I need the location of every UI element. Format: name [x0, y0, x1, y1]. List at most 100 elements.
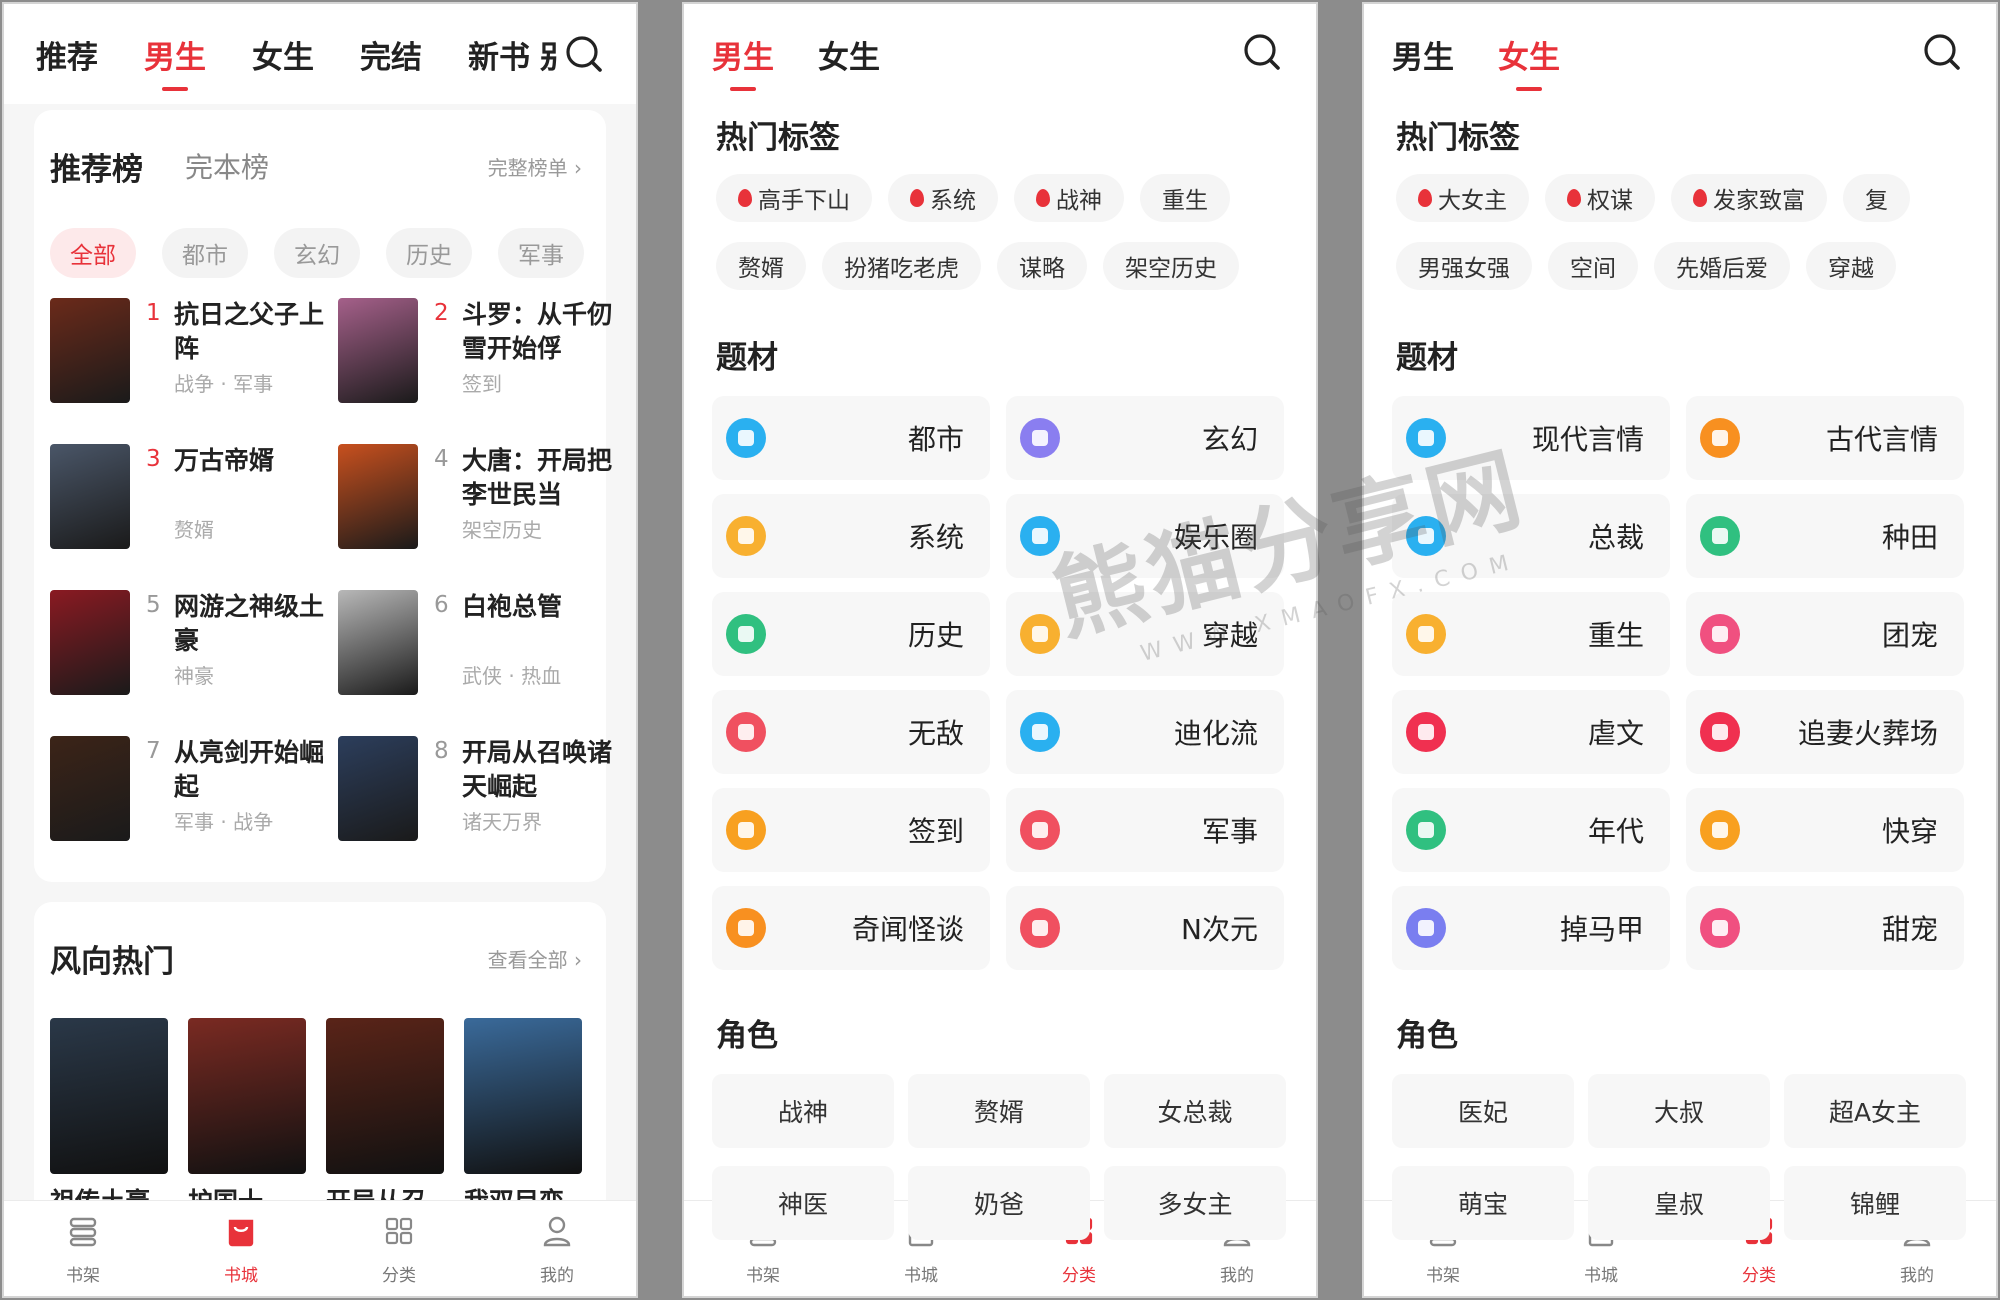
book-title[interactable]: 开局从召唤诸天崛起 [462, 736, 612, 804]
genre-cell[interactable]: 重生 [1392, 592, 1670, 676]
genre-cell[interactable]: 历史 [712, 592, 990, 676]
nav-item-bookstore[interactable]: 书城 [162, 1201, 320, 1296]
hot-tag-chip[interactable]: 复 [1843, 174, 1910, 222]
role-chip[interactable]: 医妃 [1392, 1074, 1574, 1148]
genre-cell[interactable]: 军事 [1006, 788, 1284, 872]
genre-cell[interactable]: 穿越 [1006, 592, 1284, 676]
hot-tag-chip[interactable]: 战神 [1014, 174, 1124, 222]
book-title[interactable]: 网游之神级土豪 [174, 590, 324, 658]
hot-tag-chip[interactable]: 权谋 [1545, 174, 1655, 222]
hot-tag-chip[interactable]: 大女主 [1396, 174, 1529, 222]
genre-cell[interactable]: 娱乐圈 [1006, 494, 1284, 578]
hot-tag-chip[interactable]: 系统 [888, 174, 998, 222]
filter-chip[interactable]: 全部 [50, 228, 136, 278]
hot-tag-chip[interactable]: 发家致富 [1671, 174, 1827, 222]
trending-book[interactable]: 护国十 [188, 1018, 306, 1218]
book-cover[interactable] [50, 736, 130, 841]
genre-cell[interactable]: 古代言情 [1686, 396, 1964, 480]
tab-male[interactable]: 男生 [1392, 32, 1454, 77]
full-ranking-link[interactable]: 完整榜单 › [488, 152, 582, 181]
book-cover[interactable] [338, 736, 418, 841]
genre-cell[interactable]: 无敌 [712, 690, 990, 774]
book-cover[interactable] [50, 590, 130, 695]
filter-chip[interactable]: 都市 [162, 228, 248, 278]
role-chip[interactable]: 神医 [712, 1166, 894, 1240]
genre-cell[interactable]: N次元 [1006, 886, 1284, 970]
hot-tag-chip[interactable]: 先婚后爱 [1654, 242, 1790, 290]
book-cover[interactable] [338, 590, 418, 695]
book-title[interactable]: 白袍总管 [462, 590, 612, 624]
search-icon[interactable] [1242, 32, 1282, 72]
search-icon[interactable] [564, 34, 604, 74]
view-all-link[interactable]: 查看全部 › [488, 944, 582, 973]
book-cover[interactable] [464, 1018, 582, 1174]
tab-female[interactable]: 女生 [1498, 32, 1560, 91]
genre-cell[interactable]: 快穿 [1686, 788, 1964, 872]
rank-book-item[interactable]: 2 斗罗：从千仞雪开始俘 签到 [338, 298, 628, 408]
genre-cell[interactable]: 签到 [712, 788, 990, 872]
role-chip[interactable]: 赘婿 [908, 1074, 1090, 1148]
role-chip[interactable]: 萌宝 [1392, 1166, 1574, 1240]
genre-cell[interactable]: 奇闻怪谈 [712, 886, 990, 970]
rank-book-item[interactable]: 6 白袍总管 武侠 · 热血 [338, 590, 628, 700]
tab-cut-off[interactable]: 别 [540, 32, 558, 77]
hot-tag-chip[interactable]: 高手下山 [716, 174, 872, 222]
genre-cell[interactable]: 玄幻 [1006, 396, 1284, 480]
book-cover[interactable] [50, 1018, 168, 1174]
tab-female[interactable]: 女生 [818, 32, 880, 77]
book-cover[interactable] [50, 298, 130, 403]
rank-book-item[interactable]: 5 网游之神级土豪 神豪 [50, 590, 340, 700]
genre-cell[interactable]: 系统 [712, 494, 990, 578]
genre-cell[interactable]: 现代言情 [1392, 396, 1670, 480]
book-cover[interactable] [326, 1018, 444, 1174]
tab-female[interactable]: 女生 [252, 32, 314, 77]
genre-cell[interactable]: 总裁 [1392, 494, 1670, 578]
genre-cell[interactable]: 甜宠 [1686, 886, 1964, 970]
genre-cell[interactable]: 虐文 [1392, 690, 1670, 774]
tab-recommend[interactable]: 推荐 [36, 32, 98, 77]
rank-book-item[interactable]: 7 从亮剑开始崛起 军事 · 战争 [50, 736, 340, 846]
rank-book-item[interactable]: 1 抗日之父子上阵 战争 · 军事 [50, 298, 340, 408]
filter-chip[interactable]: 历史 [386, 228, 472, 278]
genre-cell[interactable]: 迪化流 [1006, 690, 1284, 774]
genre-cell[interactable]: 年代 [1392, 788, 1670, 872]
book-cover[interactable] [188, 1018, 306, 1174]
trending-book[interactable]: 我双目变 [464, 1018, 582, 1218]
role-chip[interactable]: 锦鲤 [1784, 1166, 1966, 1240]
book-title[interactable]: 抗日之父子上阵 [174, 298, 324, 366]
hot-tag-chip[interactable]: 谋略 [997, 242, 1087, 290]
hot-tag-chip[interactable]: 穿越 [1806, 242, 1896, 290]
role-chip[interactable]: 奶爸 [908, 1166, 1090, 1240]
genre-cell[interactable]: 掉马甲 [1392, 886, 1670, 970]
filter-chip[interactable]: 军事 [498, 228, 584, 278]
book-cover[interactable] [338, 298, 418, 403]
hot-tag-chip[interactable]: 男强女强 [1396, 242, 1532, 290]
hot-tag-chip[interactable]: 架空历史 [1103, 242, 1239, 290]
hot-tag-chip[interactable]: 赘婿 [716, 242, 806, 290]
search-icon[interactable] [1922, 32, 1962, 72]
role-chip[interactable]: 多女主 [1104, 1166, 1286, 1240]
book-title[interactable]: 从亮剑开始崛起 [174, 736, 324, 804]
role-chip[interactable]: 皇叔 [1588, 1166, 1770, 1240]
tab-male[interactable]: 男生 [144, 32, 206, 91]
rank-book-item[interactable]: 8 开局从召唤诸天崛起 诸天万界 [338, 736, 628, 846]
trending-book[interactable]: 开局从召 [326, 1018, 444, 1218]
trending-book[interactable]: 祖传土豪 [50, 1018, 168, 1218]
genre-cell[interactable]: 追妻火葬场 [1686, 690, 1964, 774]
role-chip[interactable]: 女总裁 [1104, 1074, 1286, 1148]
tab-male[interactable]: 男生 [712, 32, 774, 91]
book-title[interactable]: 万古帝婿 [174, 444, 324, 478]
hot-tag-chip[interactable]: 重生 [1140, 174, 1230, 222]
role-chip[interactable]: 超A女主 [1784, 1074, 1966, 1148]
rank-book-item[interactable]: 4 大唐：开局把李世民当 架空历史 [338, 444, 628, 554]
ranking-alt-title[interactable]: 完本榜 [185, 146, 269, 186]
book-title[interactable]: 大唐：开局把李世民当 [462, 444, 612, 512]
genre-cell[interactable]: 都市 [712, 396, 990, 480]
nav-item-bookshelf[interactable]: 书架 [4, 1201, 162, 1296]
tab-new[interactable]: 新书 [468, 32, 530, 77]
role-chip[interactable]: 战神 [712, 1074, 894, 1148]
genre-cell[interactable]: 种田 [1686, 494, 1964, 578]
tab-finished[interactable]: 完结 [360, 32, 422, 77]
role-chip[interactable]: 大叔 [1588, 1074, 1770, 1148]
hot-tag-chip[interactable]: 扮猪吃老虎 [822, 242, 981, 290]
